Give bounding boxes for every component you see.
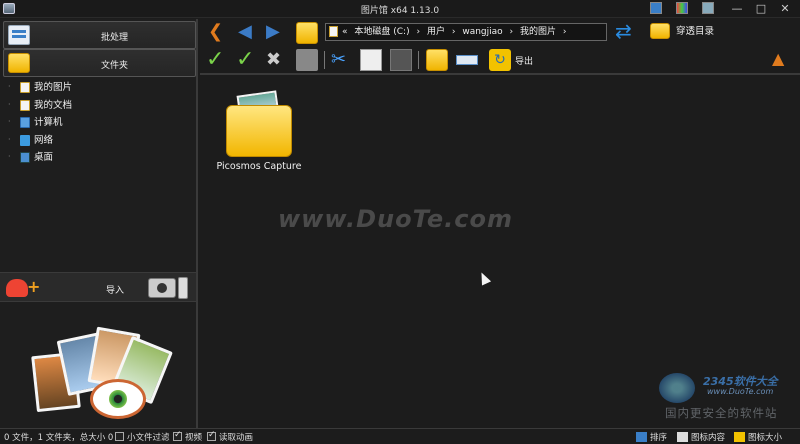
export-label[interactable]: 导出 xyxy=(515,54,533,67)
app-logo xyxy=(30,324,173,429)
documents-icon xyxy=(20,99,30,111)
folder-button[interactable]: 文件夹 xyxy=(3,49,196,77)
tree-item-label: 网络 xyxy=(34,134,54,146)
icon-size-button[interactable]: 图标大小 xyxy=(748,431,782,443)
batch-icon xyxy=(8,25,30,45)
status-summary: 0 文件，1 文件夹，总大小 0 xyxy=(4,433,114,443)
phone-icon[interactable] xyxy=(178,277,188,299)
folder-icon xyxy=(226,105,292,157)
file-view[interactable]: Picosmos Capture www.DuoTe.com 2345软件大全 … xyxy=(200,77,800,428)
small-file-filter-label: 小文件过滤 xyxy=(127,433,170,443)
tree-item-desktop[interactable]: · 桌面 xyxy=(8,149,193,167)
check-uncheck-icon[interactable]: ✓ xyxy=(236,49,258,71)
batch-button[interactable]: 批处理 xyxy=(3,21,196,49)
copy-icon[interactable] xyxy=(360,49,382,71)
breadcrumb-users[interactable]: 用户 xyxy=(427,27,445,37)
import-bar: + 导入 xyxy=(0,272,196,302)
breadcrumb-sep: › xyxy=(509,27,514,37)
folder-tree-icon xyxy=(650,23,670,39)
small-file-filter-checkbox[interactable] xyxy=(115,432,124,441)
tree-item-network[interactable]: · 网络 xyxy=(8,132,193,150)
preview-label: 视频 xyxy=(185,433,203,443)
pictures-icon xyxy=(20,82,30,93)
watermark-text: www.DuoTe.com xyxy=(278,205,513,233)
animation-label: 读取动画 xyxy=(219,433,254,443)
folder-item[interactable]: Picosmos Capture xyxy=(217,89,301,175)
breadcrumb-sep: › xyxy=(562,27,567,37)
folder-up-icon[interactable] xyxy=(296,22,318,44)
monitor-icon[interactable] xyxy=(702,2,714,14)
folder-name: Picosmos Capture xyxy=(216,161,302,172)
pictures-icon xyxy=(329,26,338,37)
globe-logo-icon xyxy=(659,373,695,403)
next-icon[interactable]: ▶ xyxy=(266,23,280,41)
folder-tree: · 我的图片 · 我的文档 · 计算机 · 网络 · 桌面 xyxy=(8,79,193,167)
skin-icon[interactable] xyxy=(650,2,662,14)
computer-icon xyxy=(20,117,30,128)
sort-icon xyxy=(636,432,647,442)
status-bar: 0 文件，1 文件夹，总大小 0 小文件过滤 视频 读取动画 排序 图标内容 图… xyxy=(0,428,800,444)
corner-watermark: 2345软件大全 www.DuoTe.com 国内更安全的软件站 xyxy=(655,371,800,428)
previous-icon[interactable]: ◀ xyxy=(238,23,252,41)
breadcrumb-drive[interactable]: 本地磁盘 (C:) xyxy=(354,27,409,37)
preview-checkbox[interactable] xyxy=(173,430,182,441)
network-icon xyxy=(20,134,30,146)
sort-button[interactable]: 排序 xyxy=(650,431,667,443)
tree-item-label: 我的图片 xyxy=(34,82,73,93)
tree-item-label: 我的文档 xyxy=(34,99,73,111)
icon-size-icon xyxy=(734,432,745,442)
tree-item-pictures[interactable]: · 我的图片 xyxy=(8,79,193,97)
see-through-dirs-button[interactable]: 穿透目录 xyxy=(650,23,714,41)
icon-content-button[interactable]: 图标内容 xyxy=(691,431,725,443)
folder-icon xyxy=(8,53,30,73)
address-bar[interactable]: « 本地磁盘 (C:) › 用户 › wangjiao › 我的图片 › xyxy=(325,23,607,41)
close-button[interactable]: ✕ xyxy=(774,1,796,16)
delete-icon[interactable] xyxy=(296,49,318,71)
desktop-icon xyxy=(20,152,30,163)
breadcrumb-pictures[interactable]: 我的图片 xyxy=(520,27,556,37)
tree-item-label: 计算机 xyxy=(34,117,63,128)
refresh-icon[interactable]: ⇄ xyxy=(615,21,635,41)
tree-item-label: 桌面 xyxy=(34,152,54,163)
animation-checkbox[interactable] xyxy=(207,430,216,441)
rename-icon[interactable] xyxy=(456,55,478,65)
breadcrumb-sep: › xyxy=(416,27,421,37)
paste-icon[interactable] xyxy=(390,49,412,71)
color-icon[interactable] xyxy=(676,2,688,14)
maximize-button[interactable]: □ xyxy=(750,1,772,16)
collapse-icon[interactable]: ▲ xyxy=(772,49,784,68)
breadcrumb-back[interactable]: « xyxy=(342,27,348,37)
tools-icon[interactable]: ✖ xyxy=(266,49,288,71)
tree-item-documents[interactable]: · 我的文档 xyxy=(8,97,193,115)
breadcrumb-user[interactable]: wangjiao xyxy=(462,27,502,37)
cut-icon[interactable]: ✂ xyxy=(331,49,353,71)
breadcrumb-sep: › xyxy=(451,27,456,37)
icon-content-icon xyxy=(677,432,688,442)
left-panel: 批处理 文件夹 · 我的图片 · 我的文档 · 计算机 · 网络 · 桌面 + … xyxy=(0,19,198,428)
mouse-cursor-icon xyxy=(476,270,492,286)
export-icon[interactable]: ↻ xyxy=(489,49,511,71)
check-icon[interactable]: ✓ xyxy=(206,49,228,71)
eye-icon xyxy=(90,379,146,419)
new-folder-icon[interactable] xyxy=(426,49,448,71)
title-bar: 图片馆 x64 1.13.0 — □ ✕ xyxy=(0,0,800,18)
navigation-toolbar: ❮ ◀ ▶ « 本地磁盘 (C:) › 用户 › wangjiao › 我的图片… xyxy=(200,19,800,45)
import-label[interactable]: 导入 xyxy=(0,283,230,296)
camera-icon[interactable] xyxy=(148,278,176,298)
folder-label: 文件夹 xyxy=(100,61,128,71)
action-toolbar: ✓ ✓ ✖ ✂ ↻ 导出 ▲ xyxy=(200,45,800,75)
minimize-button[interactable]: — xyxy=(726,1,748,16)
see-through-label: 穿透目录 xyxy=(676,26,715,37)
batch-label: 批处理 xyxy=(100,33,128,43)
tree-item-computer[interactable]: · 计算机 xyxy=(8,114,193,132)
back-icon[interactable]: ❮ xyxy=(208,23,223,41)
